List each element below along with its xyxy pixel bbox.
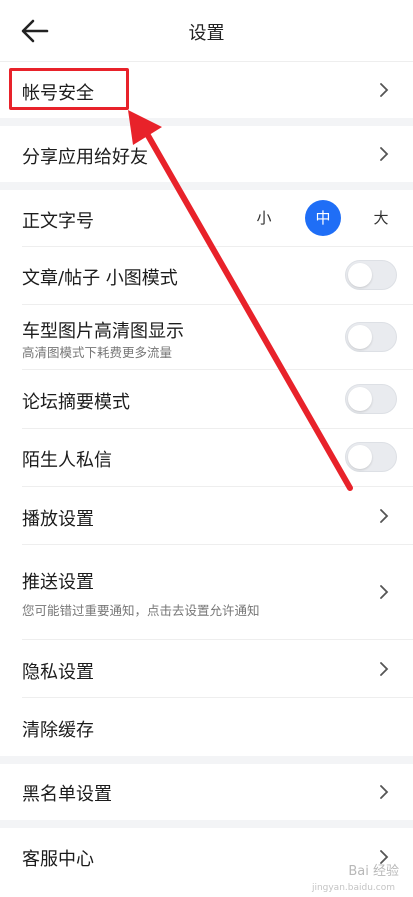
toggle-knob — [348, 263, 372, 287]
playback-settings-row[interactable]: 播放设置 — [0, 487, 413, 544]
blacklist-settings-label: 黑名单设置 — [22, 784, 112, 805]
toggle-knob — [348, 445, 372, 469]
clear-cache-row[interactable]: 清除缓存 — [0, 698, 413, 756]
share-app-row[interactable]: 分享应用给好友 — [0, 126, 413, 182]
playback-settings-label: 播放设置 — [22, 509, 94, 530]
watermark-url: jingyan.baidu.com — [311, 883, 395, 893]
chevron-right-icon — [380, 662, 389, 676]
section-gap — [0, 118, 413, 126]
account-security-label: 帐号安全 — [22, 83, 94, 104]
header-bar: 设置 — [0, 0, 413, 62]
toggle-knob — [348, 387, 372, 411]
article-thumb-mode-label: 文章/帖子 小图模式 — [22, 268, 178, 289]
push-settings-label: 推送设置 — [22, 572, 94, 593]
toggle-knob — [348, 325, 372, 349]
font-size-medium-option[interactable]: 中 — [305, 200, 341, 236]
section-gap — [0, 756, 413, 764]
privacy-settings-label: 隐私设置 — [22, 662, 94, 683]
watermark-logo: Bai 经验 — [348, 864, 399, 879]
chevron-right-icon — [380, 83, 389, 97]
stranger-dm-label: 陌生人私信 — [22, 450, 112, 471]
forum-digest-row: 论坛摘要模式 — [0, 370, 413, 428]
forum-digest-toggle[interactable] — [345, 384, 397, 414]
forum-digest-label: 论坛摘要模式 — [22, 392, 130, 413]
stranger-dm-row: 陌生人私信 — [0, 429, 413, 486]
stranger-dm-toggle[interactable] — [345, 442, 397, 472]
clear-cache-label: 清除缓存 — [22, 720, 94, 741]
share-app-label: 分享应用给好友 — [22, 147, 148, 168]
font-size-label: 正文字号 — [22, 211, 94, 232]
hd-images-toggle[interactable] — [345, 322, 397, 352]
article-thumb-mode-toggle[interactable] — [345, 260, 397, 290]
font-size-small-option[interactable]: 小 — [246, 200, 282, 236]
font-size-large-option[interactable]: 大 — [363, 200, 399, 236]
hd-images-label: 车型图片高清图显示 — [22, 321, 184, 342]
account-security-row[interactable]: 帐号安全 — [0, 62, 413, 118]
chevron-right-icon — [380, 785, 389, 799]
push-settings-row[interactable]: 推送设置 您可能错过重要通知，点击去设置允许通知 — [0, 545, 413, 639]
chevron-right-icon — [380, 509, 389, 523]
section-gap — [0, 182, 413, 190]
push-settings-subtitle: 您可能错过重要通知，点击去设置允许通知 — [22, 603, 260, 618]
customer-service-label: 客服中心 — [22, 849, 94, 870]
page-title: 设置 — [188, 23, 225, 44]
hd-images-row: 车型图片高清图显示 高清图模式下耗费更多流量 — [0, 305, 413, 369]
article-thumb-mode-row: 文章/帖子 小图模式 — [0, 247, 413, 304]
font-size-row: 正文字号 小 中 大 — [0, 190, 413, 246]
chevron-right-icon — [380, 585, 389, 599]
blacklist-settings-row[interactable]: 黑名单设置 — [0, 764, 413, 820]
section-gap — [0, 820, 413, 828]
hd-images-subtitle: 高清图模式下耗费更多流量 — [22, 345, 173, 360]
privacy-settings-row[interactable]: 隐私设置 — [0, 640, 413, 697]
chevron-right-icon — [380, 147, 389, 161]
